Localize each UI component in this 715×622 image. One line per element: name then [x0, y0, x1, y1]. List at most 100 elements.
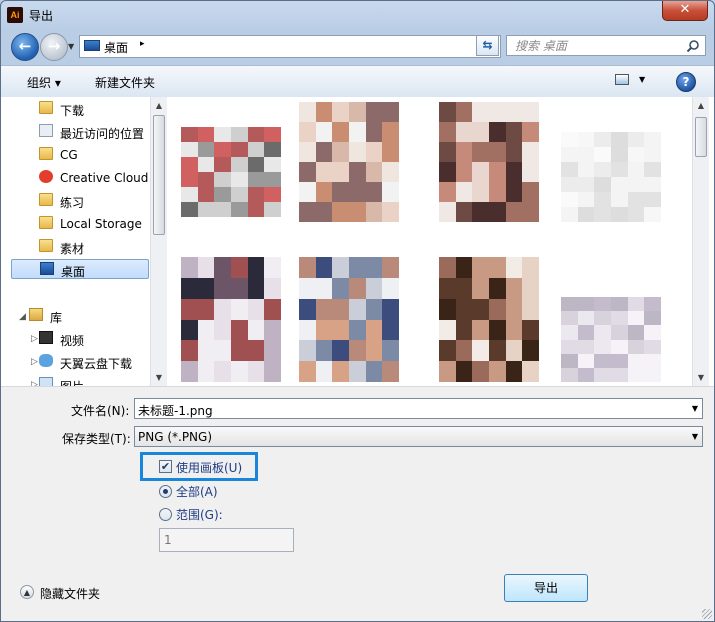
- thumbnail-pixel: [627, 192, 645, 207]
- sidebar-item-cg[interactable]: CG: [15, 145, 149, 165]
- thumbnail-pixel: [488, 361, 506, 382]
- image-thumbnail[interactable]: [439, 102, 539, 222]
- thumbnail-pixel: [315, 122, 333, 142]
- scroll-down-icon[interactable]: ▼: [151, 369, 167, 386]
- command-toolbar: 组织 ▾ 新建文件夹 ▼ ?: [1, 65, 714, 98]
- scroll-up-icon[interactable]: ▲: [693, 97, 709, 114]
- address-bar[interactable]: 桌面 ▸ ▼: [79, 35, 501, 58]
- thumbnail-pixel: [230, 361, 248, 382]
- thumbnail-pixel: [315, 102, 333, 122]
- all-label[interactable]: 全部(A): [176, 483, 218, 500]
- thumbnail-pixel: [230, 202, 248, 217]
- thumbnail-pixel: [561, 339, 578, 354]
- sidebar-item-creative-cloud[interactable]: Creative Cloud: [15, 168, 149, 188]
- thumbnail-pixel: [627, 297, 645, 312]
- sidebar-item-video[interactable]: 视频: [15, 329, 149, 349]
- forward-button[interactable]: →: [40, 33, 68, 61]
- thumbnail-pixel: [488, 340, 506, 362]
- sidebar-item-desktop[interactable]: 桌面: [11, 259, 149, 279]
- thumbnail-pixel: [315, 142, 333, 162]
- address-text[interactable]: 桌面: [104, 39, 128, 56]
- sidebar-item-downloads[interactable]: 下载: [15, 99, 149, 119]
- thumbnail-pixel: [505, 257, 523, 278]
- navigation-scrollbar[interactable]: ▲ ▼: [150, 97, 167, 386]
- thumbnail-pixel: [264, 157, 281, 172]
- thumbnail-pixel: [627, 147, 645, 162]
- file-list-scrollbar[interactable]: ▲ ▼: [692, 97, 709, 386]
- thumbnail-pixel: [455, 277, 473, 299]
- thumbnail-pixel: [472, 142, 489, 162]
- thumbnail-pixel: [488, 162, 506, 182]
- use-artboards-label[interactable]: 使用画板(U): [176, 459, 242, 476]
- filename-label: 文件名(N):: [71, 404, 130, 418]
- thumbnail-pixel: [644, 325, 661, 340]
- thumbnail-pixel: [594, 311, 611, 326]
- thumbnail-pixel: [455, 298, 473, 320]
- resize-grip-icon[interactable]: [702, 609, 712, 619]
- thumbnail-pixel: [455, 102, 473, 122]
- image-thumbnail[interactable]: [561, 297, 661, 382]
- thumbnail-pixel: [522, 142, 539, 162]
- sidebar-item-tianyi-cloud[interactable]: 天翼云盘下载: [15, 352, 149, 372]
- thumbnail-pixel: [439, 102, 456, 122]
- search-input[interactable]: [513, 38, 687, 54]
- image-thumbnail[interactable]: [181, 127, 281, 217]
- sidebar-item-pictures[interactable]: 图片: [15, 375, 149, 386]
- filename-value[interactable]: 未标题-1.png: [138, 402, 213, 419]
- scrollbar-thumb[interactable]: [153, 115, 165, 235]
- thumbnail-pixel: [610, 132, 628, 147]
- collapse-icon[interactable]: ▲: [20, 585, 34, 599]
- views-icon[interactable]: [615, 74, 629, 85]
- creative-cloud-icon: [39, 170, 53, 183]
- filetype-dropdown-icon[interactable]: ▼: [692, 432, 698, 441]
- range-input[interactable]: 1: [159, 528, 294, 552]
- range-radio[interactable]: [159, 508, 172, 521]
- image-thumbnail[interactable]: [439, 257, 539, 382]
- thumbnail-pixel: [627, 177, 645, 192]
- all-radio[interactable]: [159, 485, 172, 498]
- image-thumbnail[interactable]: [561, 132, 661, 222]
- image-thumbnail[interactable]: [181, 257, 281, 382]
- refresh-button[interactable]: ⇆: [476, 35, 499, 56]
- breadcrumb-arrow-icon[interactable]: ▸: [140, 39, 145, 49]
- thumbnail-pixel: [299, 277, 316, 299]
- thumbnail-pixel: [522, 162, 539, 182]
- sidebar-item-materials[interactable]: 素材: [15, 237, 149, 257]
- sidebar-item-practice[interactable]: 练习: [15, 191, 149, 211]
- thumbnail-pixel: [644, 353, 661, 368]
- thumbnail-pixel: [382, 277, 399, 299]
- sidebar-item-library[interactable]: 库: [5, 306, 139, 326]
- thumbnail-pixel: [299, 340, 316, 362]
- thumbnail-pixel: [627, 339, 645, 354]
- history-dropdown-icon[interactable]: ▼: [68, 42, 74, 51]
- scroll-down-icon[interactable]: ▼: [693, 369, 709, 386]
- new-folder-button[interactable]: 新建文件夹: [95, 74, 155, 91]
- search-icon[interactable]: [686, 39, 700, 53]
- scroll-up-icon[interactable]: ▲: [151, 97, 167, 114]
- close-button[interactable]: ✕: [662, 1, 708, 21]
- filetype-value[interactable]: PNG (*.PNG): [138, 430, 212, 444]
- filename-field[interactable]: 未标题-1.png ▼: [134, 398, 703, 419]
- range-value[interactable]: 1: [164, 533, 172, 547]
- sidebar-item-local-storage[interactable]: Local Storage: [15, 214, 149, 234]
- thumbnail-pixel: [348, 202, 366, 222]
- organize-button[interactable]: 组织 ▾: [27, 74, 61, 91]
- navigation-pane: 下载 最近访问的位置 CG Creative Cloud 练习 Local St…: [1, 97, 151, 386]
- thumbnail-pixel: [181, 361, 198, 382]
- image-thumbnail[interactable]: [299, 257, 399, 382]
- use-artboards-checkbox[interactable]: ✔: [159, 460, 172, 473]
- filetype-select[interactable]: PNG (*.PNG) ▼: [134, 426, 703, 447]
- filename-dropdown-icon[interactable]: ▼: [692, 404, 698, 413]
- folder-icon: [39, 101, 53, 114]
- back-button[interactable]: ←: [11, 33, 39, 61]
- export-button[interactable]: 导出: [504, 574, 588, 602]
- scrollbar-thumb[interactable]: [695, 117, 707, 157]
- thumbnail-pixel: [472, 182, 489, 202]
- search-box[interactable]: [506, 35, 706, 56]
- sidebar-item-recent-places[interactable]: 最近访问的位置: [15, 122, 149, 142]
- range-label[interactable]: 范围(G):: [176, 506, 223, 523]
- help-icon[interactable]: ?: [676, 72, 696, 92]
- views-dropdown-icon[interactable]: ▼: [639, 75, 645, 84]
- image-thumbnail[interactable]: [299, 102, 399, 222]
- hide-folders-label[interactable]: 隐藏文件夹: [40, 585, 100, 602]
